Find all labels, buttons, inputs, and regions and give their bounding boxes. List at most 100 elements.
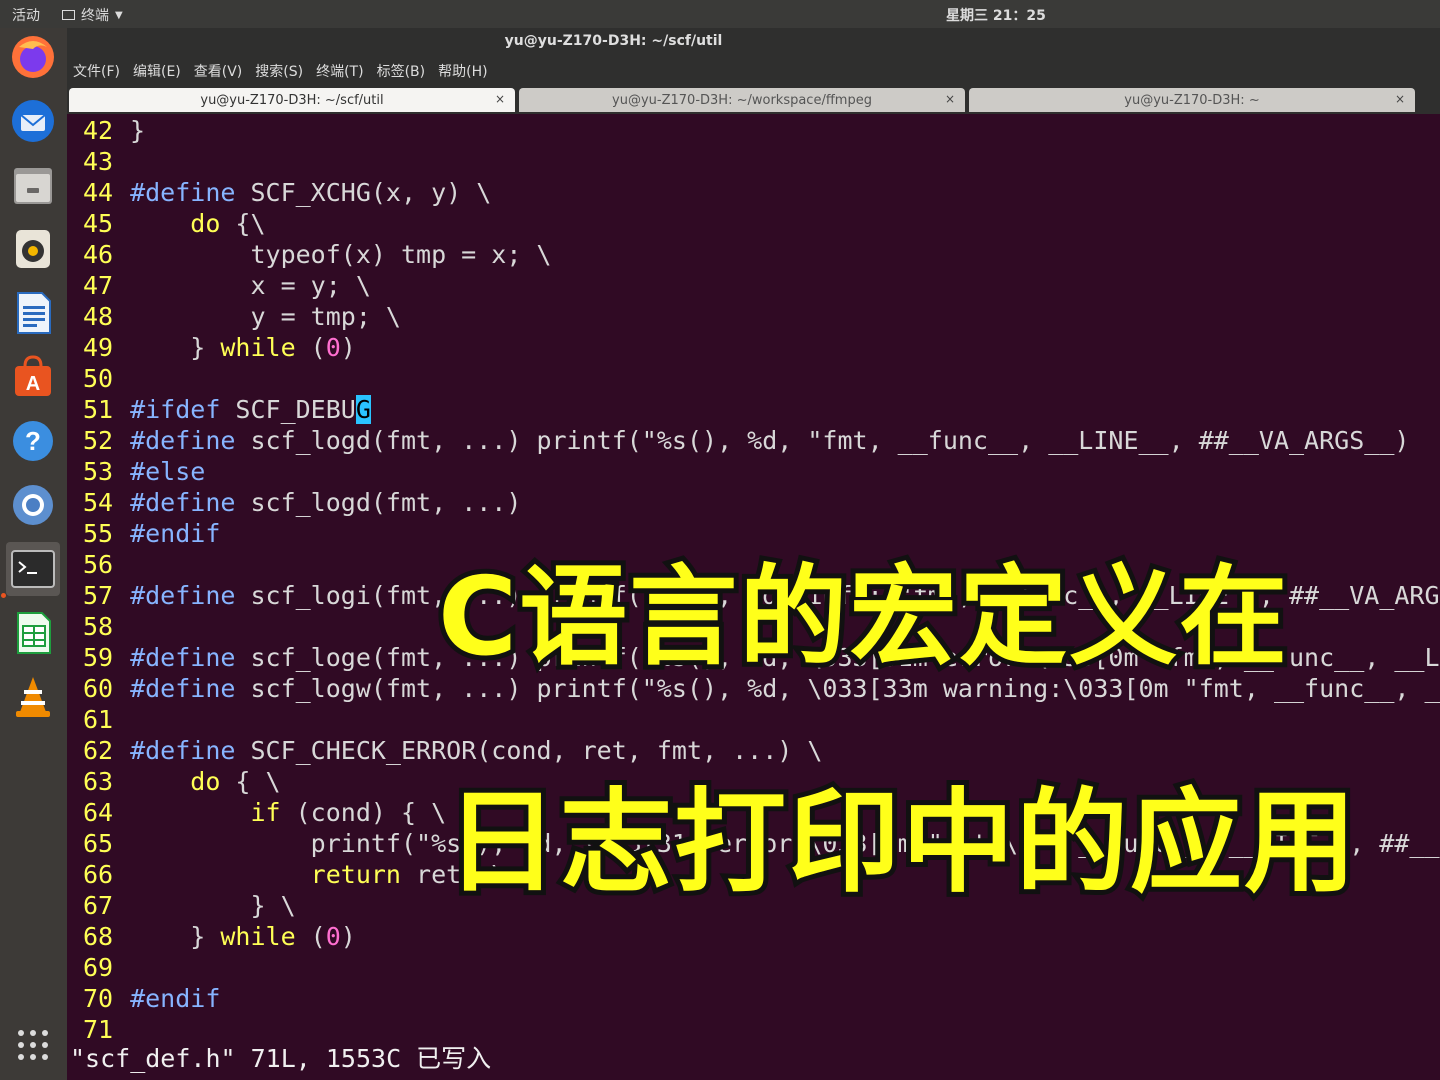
files-icon	[14, 168, 52, 204]
close-icon[interactable]: ×	[1395, 92, 1405, 106]
line-number: 48	[83, 302, 114, 331]
code-line: 52 #define scf_logd(fmt, ...) printf("%s…	[83, 426, 1410, 455]
code-line: 70 #endif	[83, 984, 221, 1013]
app-menu-label: 终端	[81, 8, 109, 24]
dock-writer[interactable]	[6, 286, 60, 340]
code-line: 67 } \	[83, 891, 296, 920]
window-titlebar[interactable]: yu@yu-Z170-D3H: ~/scf/util	[67, 28, 1440, 56]
dock-files[interactable]	[6, 158, 60, 212]
vlc-icon	[16, 677, 50, 717]
code-line: 47 x = y; \	[83, 271, 371, 300]
svg-text:?: ?	[25, 426, 41, 456]
code-line: 71	[83, 1014, 130, 1045]
overlay-caption-line2: 日志打印中的应用	[441, 773, 1361, 913]
dock: A ?	[0, 28, 67, 1080]
tab-bar: yu@yu-Z170-D3H: ~/scf/util × yu@yu-Z170-…	[67, 86, 1440, 114]
dock-thunderbird[interactable]	[6, 94, 60, 148]
code-line: 42 }	[83, 116, 146, 145]
menu-help[interactable]: 帮助(H)	[438, 61, 487, 81]
line-number: 52	[83, 426, 114, 455]
tab-scf-util[interactable]: yu@yu-Z170-D3H: ~/scf/util ×	[69, 88, 515, 112]
code-line: 63 do { \	[83, 767, 281, 796]
line-number: 51	[83, 395, 114, 424]
line-number: 45	[83, 209, 114, 238]
dock-terminal[interactable]	[6, 542, 60, 596]
app-menu[interactable]: 终端 ▼	[62, 5, 123, 25]
line-number: 68	[83, 922, 114, 951]
activities-button[interactable]: 活动	[12, 5, 40, 25]
dock-vlc[interactable]	[6, 670, 60, 724]
menu-file[interactable]: 文件(F)	[73, 61, 120, 81]
code-line: 43	[83, 146, 130, 177]
line-number: 69	[83, 953, 114, 982]
code-line: 66 return ret; \	[83, 860, 507, 889]
calc-icon	[17, 612, 51, 654]
tab-label: yu@yu-Z170-D3H: ~/scf/util	[200, 92, 384, 108]
code-line: 51 #ifdef SCF_DEBUG	[83, 395, 371, 424]
line-number: 56	[83, 550, 114, 579]
line-number: 54	[83, 488, 114, 517]
rhythmbox-icon	[16, 230, 50, 268]
code-line: 48 y = tmp; \	[83, 302, 401, 331]
chevron-down-icon: ▼	[115, 9, 123, 21]
terminal-icon	[62, 10, 75, 20]
menu-view[interactable]: 查看(V)	[194, 61, 243, 81]
dock-rhythmbox[interactable]	[6, 222, 60, 276]
line-number: 65	[83, 829, 114, 858]
line-number: 59	[83, 643, 114, 672]
software-icon: A	[15, 355, 51, 396]
code-line: 50	[83, 363, 130, 394]
code-line: 45 do {\	[83, 209, 266, 238]
menu-terminal[interactable]: 终端(T)	[316, 61, 363, 81]
window-title: yu@yu-Z170-D3H: ~/scf/util	[504, 33, 723, 49]
line-number: 71	[83, 1015, 114, 1044]
close-icon[interactable]: ×	[495, 92, 505, 106]
dock-help[interactable]: ?	[6, 414, 60, 468]
line-number: 60	[83, 674, 114, 703]
line-number: 70	[83, 984, 114, 1013]
tab-label: yu@yu-Z170-D3H: ~/workspace/ffmpeg	[612, 92, 872, 108]
line-number: 49	[83, 333, 114, 362]
line-number: 47	[83, 271, 114, 300]
tab-label: yu@yu-Z170-D3H: ~	[1124, 92, 1260, 108]
code-line: 54 #define scf_logd(fmt, ...)	[83, 488, 522, 517]
line-number: 64	[83, 798, 114, 827]
clock[interactable]: 星期三 21：25	[946, 5, 1046, 25]
code-line: 46 typeof(x) tmp = x; \	[83, 240, 552, 269]
line-number: 57	[83, 581, 114, 610]
apps-grid-icon	[18, 1030, 48, 1060]
code-line: 53 #else	[83, 457, 206, 486]
tab-ffmpeg[interactable]: yu@yu-Z170-D3H: ~/workspace/ffmpeg ×	[519, 88, 965, 112]
dock-chromium[interactable]	[6, 478, 60, 532]
close-icon[interactable]: ×	[945, 92, 955, 106]
terminal-icon	[11, 550, 55, 588]
code-line: 68 } while (0)	[83, 922, 356, 951]
chromium-icon	[13, 485, 53, 525]
code-line: 61	[83, 704, 130, 735]
dock-calc[interactable]	[6, 606, 60, 660]
overlay-caption-line1: C语言的宏定义在	[433, 550, 1292, 685]
dock-firefox[interactable]	[6, 30, 60, 84]
line-number: 53	[83, 457, 114, 486]
line-number: 44	[83, 178, 114, 207]
dock-software[interactable]: A	[6, 350, 60, 404]
line-number: 66	[83, 860, 114, 889]
code-line: 58	[83, 611, 130, 642]
line-number: 46	[83, 240, 114, 269]
tab-home[interactable]: yu@yu-Z170-D3H: ~ ×	[969, 88, 1415, 112]
line-number: 67	[83, 891, 114, 920]
dock-show-apps[interactable]	[6, 1018, 60, 1072]
writer-icon	[17, 292, 51, 334]
line-number: 43	[83, 147, 114, 176]
menu-search[interactable]: 搜索(S)	[255, 61, 303, 81]
code-line: 44 #define SCF_XCHG(x, y) \	[83, 178, 492, 207]
line-number: 58	[83, 612, 114, 641]
menu-edit[interactable]: 编辑(E)	[133, 61, 181, 81]
code-line: 49 } while (0)	[83, 333, 356, 362]
code-line: 69	[83, 952, 130, 983]
menu-tabs[interactable]: 标签(B)	[377, 61, 426, 81]
vim-status-line: "scf_def.h" 71L, 1553C 已写入	[70, 1044, 492, 1073]
thunderbird-icon	[12, 100, 54, 142]
menu-bar: 文件(F) 编辑(E) 查看(V) 搜索(S) 终端(T) 标签(B) 帮助(H…	[67, 56, 1440, 86]
running-indicator	[1, 593, 6, 598]
